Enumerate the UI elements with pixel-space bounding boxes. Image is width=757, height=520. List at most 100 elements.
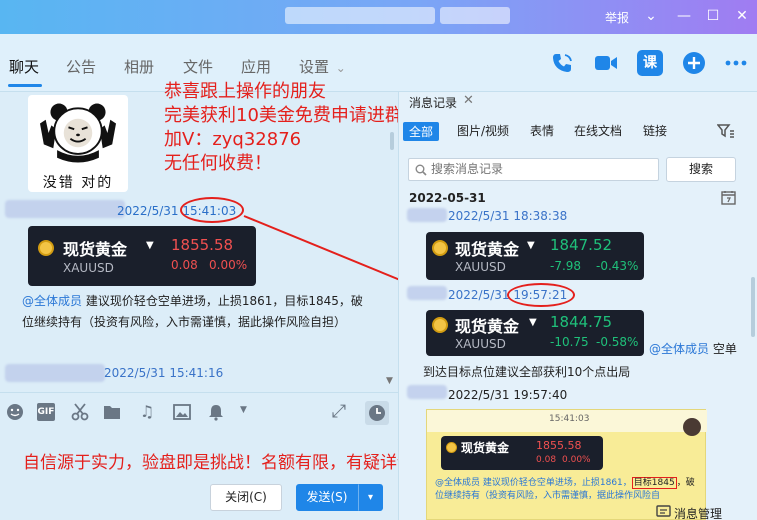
chat-message: @全体成员 建议现价轻仓空单进场，止损1861，目标1845，破位继续持有（投资…	[22, 291, 374, 333]
gold-symbol: XAUUSD	[455, 337, 506, 351]
dropdown-icon[interactable]: ⌄	[640, 6, 662, 26]
close-button[interactable]: 关闭(C)	[210, 484, 282, 511]
tab-settings[interactable]: 设置 ⌄	[299, 56, 346, 77]
history-screenshot-image[interactable]: 15:41:03 现货黄金 1855.58 0.08 0.00% @全体成员 建…	[426, 409, 707, 520]
gold-change-pct: -0.43%	[596, 259, 639, 273]
promo-line-2: 完美获利10美金免费申请进群	[164, 105, 403, 126]
filter-media[interactable]: 图片/视频	[457, 122, 509, 139]
gold-symbol: XAUUSD	[455, 260, 506, 274]
message-history-panel: 消息记录 ✕ 全部 图片/视频 表情 在线文档 链接 搜索 2022-05-31…	[398, 92, 757, 520]
send-button[interactable]: 发送(S)	[296, 484, 358, 511]
avatar	[683, 418, 701, 436]
screenshot-gold-card: 现货黄金 1855.58 0.08 0.00%	[441, 436, 603, 470]
promo-overlay: 恭喜跟上操作的朋友 完美获利10美金免费申请进群 加V：zyq32876 无任何…	[164, 80, 403, 176]
mention-all[interactable]: @全体成员	[22, 294, 82, 308]
screenshot-text-c: 位继续持有（投资有风险，入市需谨慎，据此操作风险自	[435, 491, 661, 501]
calendar-icon[interactable]	[721, 190, 736, 205]
gold-coin-icon	[432, 240, 448, 256]
tab-settings-label: 设置	[299, 58, 330, 76]
emoji-icon[interactable]	[6, 403, 24, 421]
expand-icon[interactable]: ⤢	[330, 403, 348, 421]
bell-icon[interactable]	[207, 403, 225, 421]
history-scrollbar[interactable]	[751, 277, 755, 337]
screenshot-price: 1855.58	[536, 439, 582, 452]
folder-icon[interactable]	[103, 403, 121, 421]
blurred-title	[440, 7, 510, 24]
chevron-down-icon: ⌄	[335, 61, 346, 75]
mention-all[interactable]: @全体成员	[649, 342, 709, 356]
history-date: 2022-05-31	[409, 191, 486, 205]
caret-icon: ▼	[527, 240, 535, 251]
history-mention-line: @全体成员 空单	[649, 339, 737, 360]
panda-sticker-icon	[40, 103, 116, 163]
tab-album[interactable]: 相册	[124, 56, 154, 77]
clock-icon[interactable]	[365, 401, 389, 425]
panel-title: 消息记录	[409, 96, 458, 110]
phone-icon[interactable]	[549, 50, 575, 76]
gold-card-title: 现货黄金	[455, 317, 520, 336]
promo-line-4: 无任何收费！	[164, 153, 272, 174]
tab-files[interactable]: 文件	[183, 56, 213, 77]
active-tab-indicator	[8, 84, 42, 87]
maximize-icon[interactable]: ☐	[702, 6, 724, 26]
caret-icon: ▼	[529, 317, 537, 328]
gif-icon[interactable]: GIF	[37, 403, 55, 421]
tab-chat[interactable]: 聊天	[9, 56, 39, 77]
message-timestamp: 2022/5/31 15:41:16	[104, 366, 224, 380]
sticker-caption: 没错 对的	[42, 175, 114, 191]
tab-apps[interactable]: 应用	[241, 56, 271, 77]
image-icon[interactable]	[173, 403, 191, 421]
input-toolbar: GIF ♫ ▼ ⤢	[0, 392, 398, 430]
more-tools-icon[interactable]: ▼	[240, 405, 247, 415]
screenshot-message: @全体成员 建议现价轻仓空单进场，止损1861， 目标1845 ，破 位继续持有（投…	[435, 477, 703, 503]
send-options-button[interactable]: ▾	[358, 484, 383, 511]
filter-icon[interactable]	[717, 123, 735, 139]
message-manage-link[interactable]: 消息管理	[674, 505, 722, 520]
history-gold-card[interactable]: 现货黄金 ▼ XAUUSD 1844.75 -10.75 -0.58%	[426, 310, 644, 356]
filter-docs[interactable]: 在线文档	[574, 122, 622, 139]
add-icon[interactable]	[681, 50, 707, 76]
gold-price: 1847.52	[550, 236, 613, 254]
filter-stickers[interactable]: 表情	[530, 122, 554, 139]
report-link[interactable]: 举报	[605, 9, 629, 26]
more-icon[interactable]	[723, 50, 749, 76]
screenshot-target: 目标1845	[631, 477, 677, 489]
class-icon[interactable]: 课	[637, 50, 663, 76]
search-icon	[415, 164, 427, 176]
screenshot-top: 15:41:03	[427, 410, 707, 432]
scissors-icon[interactable]	[71, 403, 89, 421]
screenshot-change: 0.08	[536, 455, 557, 465]
video-icon[interactable]	[593, 50, 619, 76]
search-button[interactable]: 搜索	[666, 157, 736, 182]
timestamp-highlight	[507, 283, 575, 307]
gold-change-pct: -0.58%	[596, 335, 639, 349]
filter-links[interactable]: 链接	[643, 122, 667, 139]
screenshot-text-a: @全体成员 建议现价轻仓空单进场，止损1861，	[435, 478, 632, 488]
gold-price: 1844.75	[550, 313, 613, 331]
scroll-down-icon[interactable]: ▼	[386, 376, 393, 386]
history-result-text: 到达目标点位建议全部获利10个点出局	[423, 365, 631, 379]
sticker-image: 没错 对的	[28, 95, 128, 192]
history-timestamp: 2022/5/31 19:57:40	[448, 388, 568, 402]
gold-card-title: 现货黄金	[455, 240, 520, 259]
gold-change: 0.08	[171, 258, 198, 272]
history-search-input[interactable]	[431, 162, 651, 176]
screenshot-card-title: 现货黄金	[461, 441, 510, 455]
gold-change: -10.75	[550, 335, 589, 349]
filter-all[interactable]: 全部	[403, 122, 440, 141]
history-gold-card[interactable]: 现货黄金 ▼ XAUUSD 1847.52 -7.98 -0.43%	[426, 232, 644, 280]
title-bar: 举报 ⌄ — ☐ ✕	[0, 0, 757, 34]
gold-quote-card[interactable]: 现货黄金 ▼ XAUUSD 1855.58 0.08 0.00%	[28, 226, 256, 286]
close-window-icon[interactable]: ✕	[731, 6, 753, 26]
music-icon[interactable]: ♫	[138, 403, 156, 421]
blurred-sender	[407, 385, 447, 399]
history-timestamp: 2022/5/31 18:38:38	[448, 209, 568, 223]
minimize-icon[interactable]: —	[673, 6, 695, 26]
blurred-sender	[5, 200, 125, 218]
tab-announcement[interactable]: 公告	[66, 56, 96, 77]
close-panel-icon[interactable]: ✕	[463, 93, 474, 108]
blurred-sender	[5, 364, 105, 382]
gold-change: -7.98	[550, 259, 582, 273]
screenshot-time: 15:41:03	[549, 414, 590, 424]
timestamp-highlight	[180, 197, 244, 223]
